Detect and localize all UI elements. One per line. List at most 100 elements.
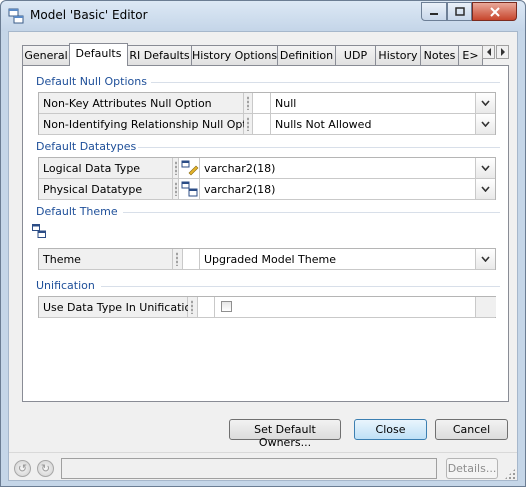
column-splitter[interactable] (188, 297, 198, 317)
row-end-cell (475, 297, 496, 317)
redo-icon: ↻ (40, 462, 51, 475)
dropdown-button[interactable] (475, 179, 495, 199)
section-title-null-options: Default Null Options (36, 75, 147, 88)
physical-datatype-icon (181, 181, 198, 197)
chevron-down-icon (481, 256, 490, 262)
tab-label: General (24, 49, 68, 62)
tab-ri-defaults[interactable]: RI Defaults (127, 45, 192, 65)
status-message-box (61, 458, 437, 479)
defaults-panel: Default Null Options Non-Key Attributes … (22, 65, 509, 402)
physical-datatype-icon-cell (179, 179, 200, 199)
row-label: Physical Datatype (39, 179, 173, 199)
close-window-button[interactable] (472, 2, 517, 21)
dropdown-button[interactable] (475, 158, 495, 178)
minimize-icon (430, 12, 438, 15)
section-title-theme: Default Theme (36, 205, 118, 218)
redo-button[interactable]: ↻ (37, 460, 54, 477)
value-indicator (198, 297, 215, 317)
tab-label: E> (462, 49, 479, 62)
value-indicator (253, 93, 271, 113)
logical-datatype-icon (181, 160, 199, 176)
dropdown-button[interactable] (475, 93, 495, 113)
status-bar: ↺ ↻ Details... (9, 452, 517, 481)
tab-label: UDP (343, 49, 368, 62)
theme-icon (32, 224, 46, 238)
tab-definition[interactable]: Definition (277, 45, 336, 65)
close-icon (489, 6, 500, 17)
section-divider (151, 82, 500, 83)
grid-row: Use Data Type In Unification (39, 297, 496, 318)
model-editor-icon (8, 8, 24, 24)
tab-label: Definition (279, 49, 334, 62)
section-title-unification: Unification (36, 279, 95, 292)
unification-grid: Use Data Type In Unification (38, 296, 496, 318)
tab-extended[interactable]: E> (458, 45, 483, 65)
tab-label: History (378, 49, 418, 62)
tab-strip: General Defaults RI Defaults History Opt… (22, 43, 509, 66)
details-button[interactable]: Details... (446, 458, 498, 479)
null-option-value[interactable]: Nulls Not Allowed (271, 114, 475, 134)
grid-row: Non-Key Attributes Null Option Null (39, 93, 495, 114)
chevron-down-icon (481, 121, 490, 127)
value-indicator (183, 249, 200, 269)
undo-icon: ↺ (17, 462, 28, 475)
window-title: Model 'Basic' Editor (30, 8, 148, 22)
null-option-value[interactable]: Null (271, 93, 475, 113)
arrow-right-icon (500, 48, 505, 56)
section-divider (138, 147, 500, 148)
tab-label: History Options (192, 49, 278, 62)
row-label: Use Data Type In Unification (39, 297, 198, 317)
grid-row: Theme Upgraded Model Theme (39, 249, 495, 270)
minimize-button[interactable] (421, 2, 447, 21)
grid-row: Logical Data Type varchar2(18) (39, 158, 495, 179)
tab-history-options[interactable]: History Options (191, 45, 278, 65)
grid-row: Non-Identifying Relationship Null Option… (39, 114, 495, 135)
row-label: Theme (39, 249, 173, 269)
dropdown-button[interactable] (475, 114, 495, 134)
undo-button[interactable]: ↺ (14, 460, 31, 477)
tab-label: Defaults (75, 47, 122, 60)
tab-label: RI Defaults (129, 49, 190, 62)
set-default-owners-button[interactable]: Set Default Owners... (229, 419, 341, 449)
datatypes-grid: Logical Data Type varchar2(18) Physical … (38, 157, 496, 200)
section-title-datatypes: Default Datatypes (36, 140, 137, 153)
arrow-left-icon (486, 48, 491, 56)
row-label: Non-Identifying Relationship Null Option (39, 114, 263, 134)
tab-general[interactable]: General (22, 45, 70, 65)
section-divider (101, 286, 500, 287)
resize-grip-icon[interactable] (504, 468, 516, 480)
chevron-down-icon (481, 165, 490, 171)
tab-scroll-left-button[interactable] (482, 45, 495, 59)
logical-datatype-value[interactable]: varchar2(18) (200, 158, 475, 178)
null-options-grid: Non-Key Attributes Null Option Null Non-… (38, 92, 496, 135)
maximize-icon (454, 6, 465, 16)
tab-defaults[interactable]: Defaults (69, 43, 128, 66)
row-label: Non-Key Attributes Null Option (39, 93, 244, 113)
close-button[interactable]: Close (354, 419, 427, 440)
tab-udp[interactable]: UDP (335, 45, 376, 65)
value-indicator (253, 114, 271, 134)
chevron-down-icon (481, 186, 490, 192)
theme-value[interactable]: Upgraded Model Theme (200, 249, 475, 269)
theme-grid: Theme Upgraded Model Theme (38, 248, 496, 270)
column-splitter[interactable] (173, 249, 183, 269)
physical-datatype-value[interactable]: varchar2(18) (200, 179, 475, 199)
tab-scroll-right-button[interactable] (496, 45, 509, 59)
use-datatype-unification-checkbox[interactable] (221, 301, 232, 312)
dialog-client: General Defaults RI Defaults History Opt… (8, 31, 518, 481)
title-bar[interactable]: Model 'Basic' Editor (1, 1, 525, 31)
tab-label: Notes (423, 49, 456, 62)
logical-datatype-icon-cell (179, 158, 200, 178)
row-label: Logical Data Type (39, 158, 173, 178)
column-splitter[interactable] (244, 114, 253, 134)
chevron-down-icon (481, 100, 490, 106)
tab-notes[interactable]: Notes (420, 45, 459, 65)
grid-row: Physical Datatype varchar2(18) (39, 179, 495, 200)
dropdown-button[interactable] (475, 249, 495, 269)
maximize-button[interactable] (447, 2, 472, 21)
cancel-button[interactable]: Cancel (435, 419, 508, 440)
column-splitter[interactable] (244, 93, 253, 113)
section-divider (123, 212, 500, 213)
tab-history[interactable]: History (375, 45, 421, 65)
editor-window: Model 'Basic' Editor General Defaults RI… (0, 0, 526, 487)
